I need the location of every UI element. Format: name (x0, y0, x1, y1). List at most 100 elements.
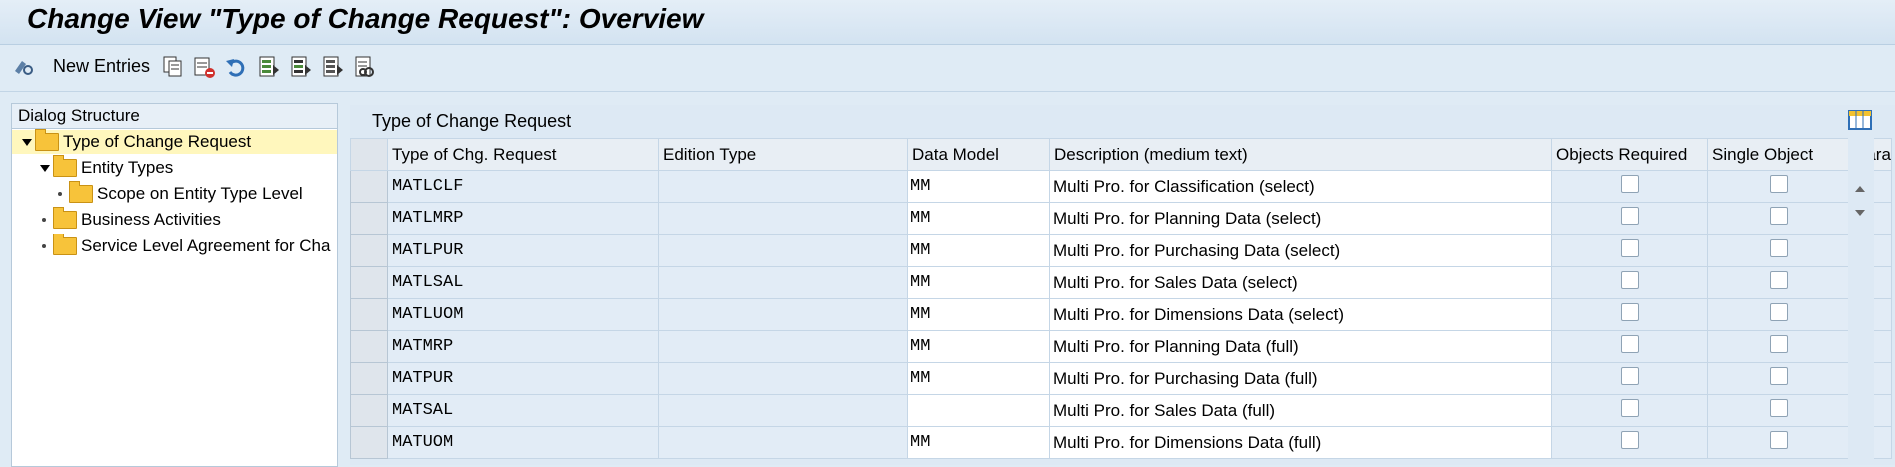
row-selector[interactable] (350, 170, 388, 203)
tree-item-service-level-agreement[interactable]: Service Level Agreement for Cha (42, 234, 335, 258)
description-cell[interactable]: Multi Pro. for Planning Data (full) (1049, 330, 1552, 363)
single-object-checkbox[interactable] (1770, 431, 1788, 449)
single-object-checkbox[interactable] (1770, 367, 1788, 385)
single-object-cell (1707, 426, 1851, 459)
select-all-icon[interactable] (258, 55, 280, 79)
copy-icon[interactable] (162, 55, 184, 79)
edition-type-cell[interactable] (658, 426, 908, 459)
edition-type-cell[interactable] (658, 298, 908, 331)
objects-required-checkbox[interactable] (1620, 207, 1639, 225)
objects-required-checkbox[interactable] (1620, 431, 1639, 449)
data-model-cell[interactable]: MM (907, 330, 1050, 363)
select-all-column-header[interactable] (350, 138, 388, 171)
row-selector[interactable] (350, 426, 388, 459)
description-cell[interactable]: Multi Pro. for Sales Data (select) (1049, 266, 1552, 299)
single-object-checkbox[interactable] (1770, 239, 1788, 257)
data-model-cell[interactable]: MM (907, 298, 1050, 331)
row-selector[interactable] (350, 362, 388, 395)
open-folder-icon (35, 129, 59, 151)
single-object-checkbox[interactable] (1770, 175, 1788, 193)
data-model-cell[interactable] (907, 394, 1050, 427)
row-selector[interactable] (350, 202, 388, 235)
single-object-checkbox[interactable] (1770, 207, 1788, 225)
objects-required-cell (1551, 298, 1708, 331)
edition-type-cell[interactable] (658, 202, 908, 235)
row-selector[interactable] (350, 234, 388, 267)
type-cell[interactable]: MATLUOM (387, 298, 659, 331)
objects-required-cell (1551, 170, 1708, 203)
type-cell[interactable]: MATPUR (387, 362, 659, 395)
single-object-cell (1707, 298, 1851, 331)
type-cell[interactable]: MATUOM (387, 426, 659, 459)
vertical-scrollbar[interactable] (1848, 133, 1874, 465)
objects-required-checkbox[interactable] (1620, 335, 1639, 353)
objects-required-checkbox[interactable] (1620, 367, 1639, 385)
type-cell[interactable]: MATLSAL (387, 266, 659, 299)
tree-item-label: Type of Change Request (63, 132, 252, 151)
data-model-cell[interactable]: MM (907, 234, 1050, 267)
single-object-checkbox[interactable] (1770, 303, 1788, 321)
description-cell[interactable]: Multi Pro. for Dimensions Data (select) (1049, 298, 1552, 331)
objects-required-checkbox[interactable] (1620, 239, 1639, 257)
delete-icon[interactable] (193, 55, 215, 79)
expand-triangle-icon[interactable] (40, 164, 50, 172)
objects-required-checkbox[interactable] (1620, 271, 1639, 289)
data-model-cell[interactable]: MM (907, 426, 1050, 459)
display-change-icon[interactable] (12, 55, 34, 79)
edition-type-cell[interactable] (658, 362, 908, 395)
row-selector[interactable] (350, 298, 388, 331)
description-cell[interactable]: Multi Pro. for Purchasing Data (select) (1049, 234, 1552, 267)
type-cell[interactable]: MATLMRP (387, 202, 659, 235)
expand-triangle-icon[interactable] (22, 138, 32, 146)
objects-required-checkbox[interactable] (1620, 399, 1639, 417)
data-model-cell[interactable]: MM (907, 170, 1050, 203)
edition-type-cell[interactable] (658, 234, 908, 267)
edition-type-cell[interactable] (658, 330, 908, 363)
row-selector[interactable] (350, 330, 388, 363)
description-cell[interactable]: Multi Pro. for Sales Data (full) (1049, 394, 1552, 427)
scroll-up-icon[interactable] (1853, 181, 1867, 199)
row-selector[interactable] (350, 394, 388, 427)
new-entries-button[interactable]: New Entries (53, 54, 150, 78)
select-block-icon[interactable] (290, 55, 312, 79)
tree-item-entity-types[interactable]: Entity Types (40, 155, 173, 180)
tree-item-business-activities[interactable]: Business Activities (42, 207, 221, 232)
objects-required-cell (1551, 234, 1708, 267)
objects-required-cell (1551, 362, 1708, 395)
description-cell[interactable]: Multi Pro. for Dimensions Data (full) (1049, 426, 1552, 459)
edition-type-cell[interactable] (658, 394, 908, 427)
column-header-type[interactable]: Type of Chg. Request (387, 138, 659, 171)
column-header-objects-required[interactable]: Objects Required (1551, 138, 1708, 171)
column-header-edition-type[interactable]: Edition Type (658, 138, 908, 171)
type-cell[interactable]: MATLPUR (387, 234, 659, 267)
scroll-down-icon[interactable] (1853, 205, 1867, 223)
data-model-cell[interactable]: MM (907, 266, 1050, 299)
single-object-checkbox[interactable] (1770, 271, 1788, 289)
type-cell[interactable]: MATMRP (387, 330, 659, 363)
tree-item-scope-on-entity-type-level[interactable]: Scope on Entity Type Level (58, 181, 303, 206)
column-header-single-object[interactable]: Single Object (1707, 138, 1851, 171)
single-object-checkbox[interactable] (1770, 335, 1788, 353)
type-cell[interactable]: MATLCLF (387, 170, 659, 203)
leaf-bullet-icon (42, 218, 46, 222)
data-model-cell[interactable]: MM (907, 362, 1050, 395)
description-cell[interactable]: Multi Pro. for Classification (select) (1049, 170, 1552, 203)
tree-item-type-of-change-request[interactable]: Type of Change Request (12, 129, 337, 154)
table-settings-icon[interactable] (1848, 108, 1872, 132)
objects-required-checkbox[interactable] (1620, 303, 1639, 321)
description-cell[interactable]: Multi Pro. for Purchasing Data (full) (1049, 362, 1552, 395)
objects-required-checkbox[interactable] (1620, 175, 1639, 193)
undo-icon[interactable] (225, 55, 247, 79)
data-model-cell[interactable]: MM (907, 202, 1050, 235)
deselect-all-icon[interactable] (322, 55, 344, 79)
column-header-data-model[interactable]: Data Model (907, 138, 1050, 171)
print-icon[interactable] (354, 55, 376, 79)
single-object-checkbox[interactable] (1770, 399, 1788, 417)
column-header-description[interactable]: Description (medium text) (1049, 138, 1552, 171)
description-cell[interactable]: Multi Pro. for Planning Data (select) (1049, 202, 1552, 235)
row-selector[interactable] (350, 266, 388, 299)
edition-type-cell[interactable] (658, 266, 908, 299)
tree-item-label: Service Level Agreement for Cha (81, 236, 331, 255)
type-cell[interactable]: MATSAL (387, 394, 659, 427)
edition-type-cell[interactable] (658, 170, 908, 203)
